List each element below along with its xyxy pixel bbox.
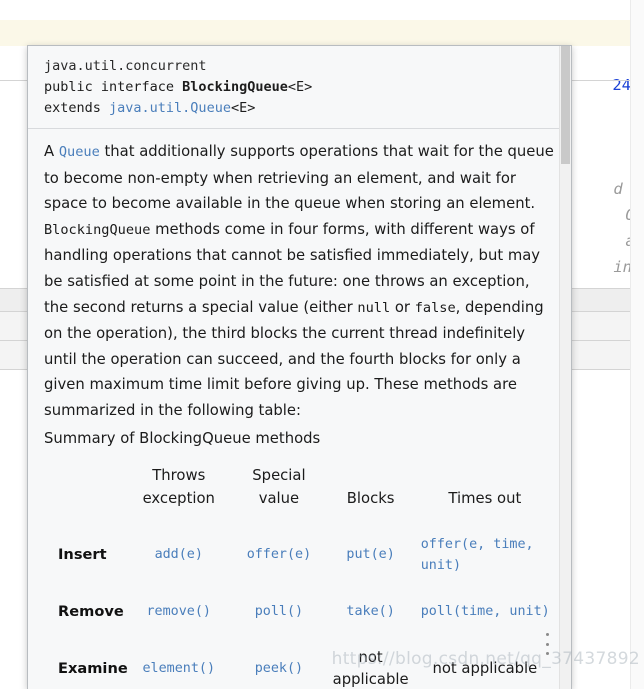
column-header-line: Throws: [152, 467, 206, 485]
table-corner-cell: [44, 464, 126, 526]
table-row-examine: Examine element() peek() not applicable …: [44, 640, 555, 689]
doc-package-name: java.util.concurrent: [44, 58, 207, 74]
cell-examine-timesout: not applicable: [432, 659, 538, 677]
cell-remove-timesout[interactable]: poll(time, unit): [415, 583, 555, 640]
editor-code-line-highlighted[interactable]: ts BlockingQueue<E>, java.io.Serializabl…: [0, 20, 644, 68]
column-header-line: exception: [142, 490, 215, 508]
column-header-special-value: Special value: [231, 464, 326, 526]
doc-declaration-modifiers: public interface: [44, 79, 183, 95]
row-header-remove: Remove: [58, 602, 124, 620]
doc-text: , depending on the operation), the third…: [44, 298, 544, 419]
doc-paragraph-1: A Queue that additionally supports opera…: [44, 139, 555, 217]
doc-text: that additionally supports operations th…: [44, 143, 554, 213]
doc-extends-generic: <E>: [230, 100, 256, 116]
doc-extends-type-link[interactable]: java.util.Queue: [109, 100, 231, 116]
cell-examine-blocks: not applicable: [332, 648, 409, 688]
column-header-line: Times out: [448, 490, 522, 508]
cell-examine-throws[interactable]: element(): [126, 640, 231, 689]
doc-declaration-type-name: BlockingQueue: [182, 79, 288, 95]
blockingqueue-methods-table: Throws exception Special value Blocks Ti…: [44, 464, 555, 689]
doc-inline-code-null: null: [357, 299, 391, 316]
cell-remove-blocks[interactable]: take(): [327, 583, 415, 640]
doc-text: A: [44, 143, 59, 160]
kebab-dot: [545, 633, 549, 636]
table-row-remove: Remove remove() poll() take() poll(time,…: [44, 583, 555, 640]
table-header-row: Throws exception Special value Blocks Ti…: [44, 464, 555, 526]
table-row-insert: Insert add(e) offer(e) put(e) offer(e, t…: [44, 526, 555, 583]
queue-link[interactable]: Queue: [59, 144, 100, 160]
column-header-line: Blocks: [346, 490, 395, 508]
doc-declaration-generic: <E>: [287, 79, 313, 95]
doc-declaration-line: public interface BlockingQueue<E>: [44, 77, 555, 98]
doc-paragraph-2: BlockingQueue methods come in four forms…: [44, 217, 555, 424]
doc-popup-scrollbar-thumb[interactable]: [561, 46, 570, 164]
column-header-line: Special: [252, 467, 306, 485]
cell-insert-throws[interactable]: add(e): [126, 526, 231, 583]
kebab-dot: [545, 642, 549, 646]
more-options-icon[interactable]: [540, 633, 554, 655]
table-caption: Summary of BlockingQueue methods: [44, 429, 321, 447]
doc-popup-scrollbar[interactable]: [559, 46, 571, 689]
doc-extends-line: extends java.util.Queue<E>: [44, 98, 555, 119]
column-header-throws-exception: Throws exception: [126, 464, 231, 526]
doc-extends-keyword: extends: [44, 100, 110, 116]
doc-declaration-header: java.util.concurrent public interface Bl…: [28, 46, 571, 129]
documentation-popup[interactable]: java.util.concurrent public interface Bl…: [27, 45, 572, 689]
cell-insert-timesout[interactable]: offer(e, time, unit): [415, 526, 555, 583]
row-header-insert: Insert: [58, 545, 107, 563]
editor-vertical-scrollbar[interactable]: [630, 0, 644, 689]
column-header-times-out: Times out: [415, 464, 555, 526]
row-header-examine: Examine: [58, 659, 128, 677]
cell-insert-blocks[interactable]: put(e): [327, 526, 415, 583]
doc-package-line: java.util.concurrent: [44, 56, 555, 77]
doc-body: A Queue that additionally supports opera…: [28, 129, 571, 689]
editor-code-line[interactable]: SynchronousQueue<E> extends AbstractQueu…: [0, 0, 644, 42]
cell-remove-special[interactable]: poll(): [231, 583, 326, 640]
column-header-blocks: Blocks: [327, 464, 415, 526]
cell-examine-special[interactable]: peek(): [231, 640, 326, 689]
cell-insert-special[interactable]: offer(e): [231, 526, 326, 583]
table-body: Insert add(e) offer(e) put(e) offer(e, t…: [44, 526, 555, 689]
doc-text: or: [390, 298, 415, 316]
table-head: Throws exception Special value Blocks Ti…: [44, 464, 555, 526]
doc-inline-code-false: false: [414, 299, 456, 316]
doc-inline-code: BlockingQueue: [44, 221, 151, 238]
kebab-dot: [545, 652, 549, 655]
cell-remove-throws[interactable]: remove(): [126, 583, 231, 640]
column-header-line: value: [258, 490, 300, 508]
